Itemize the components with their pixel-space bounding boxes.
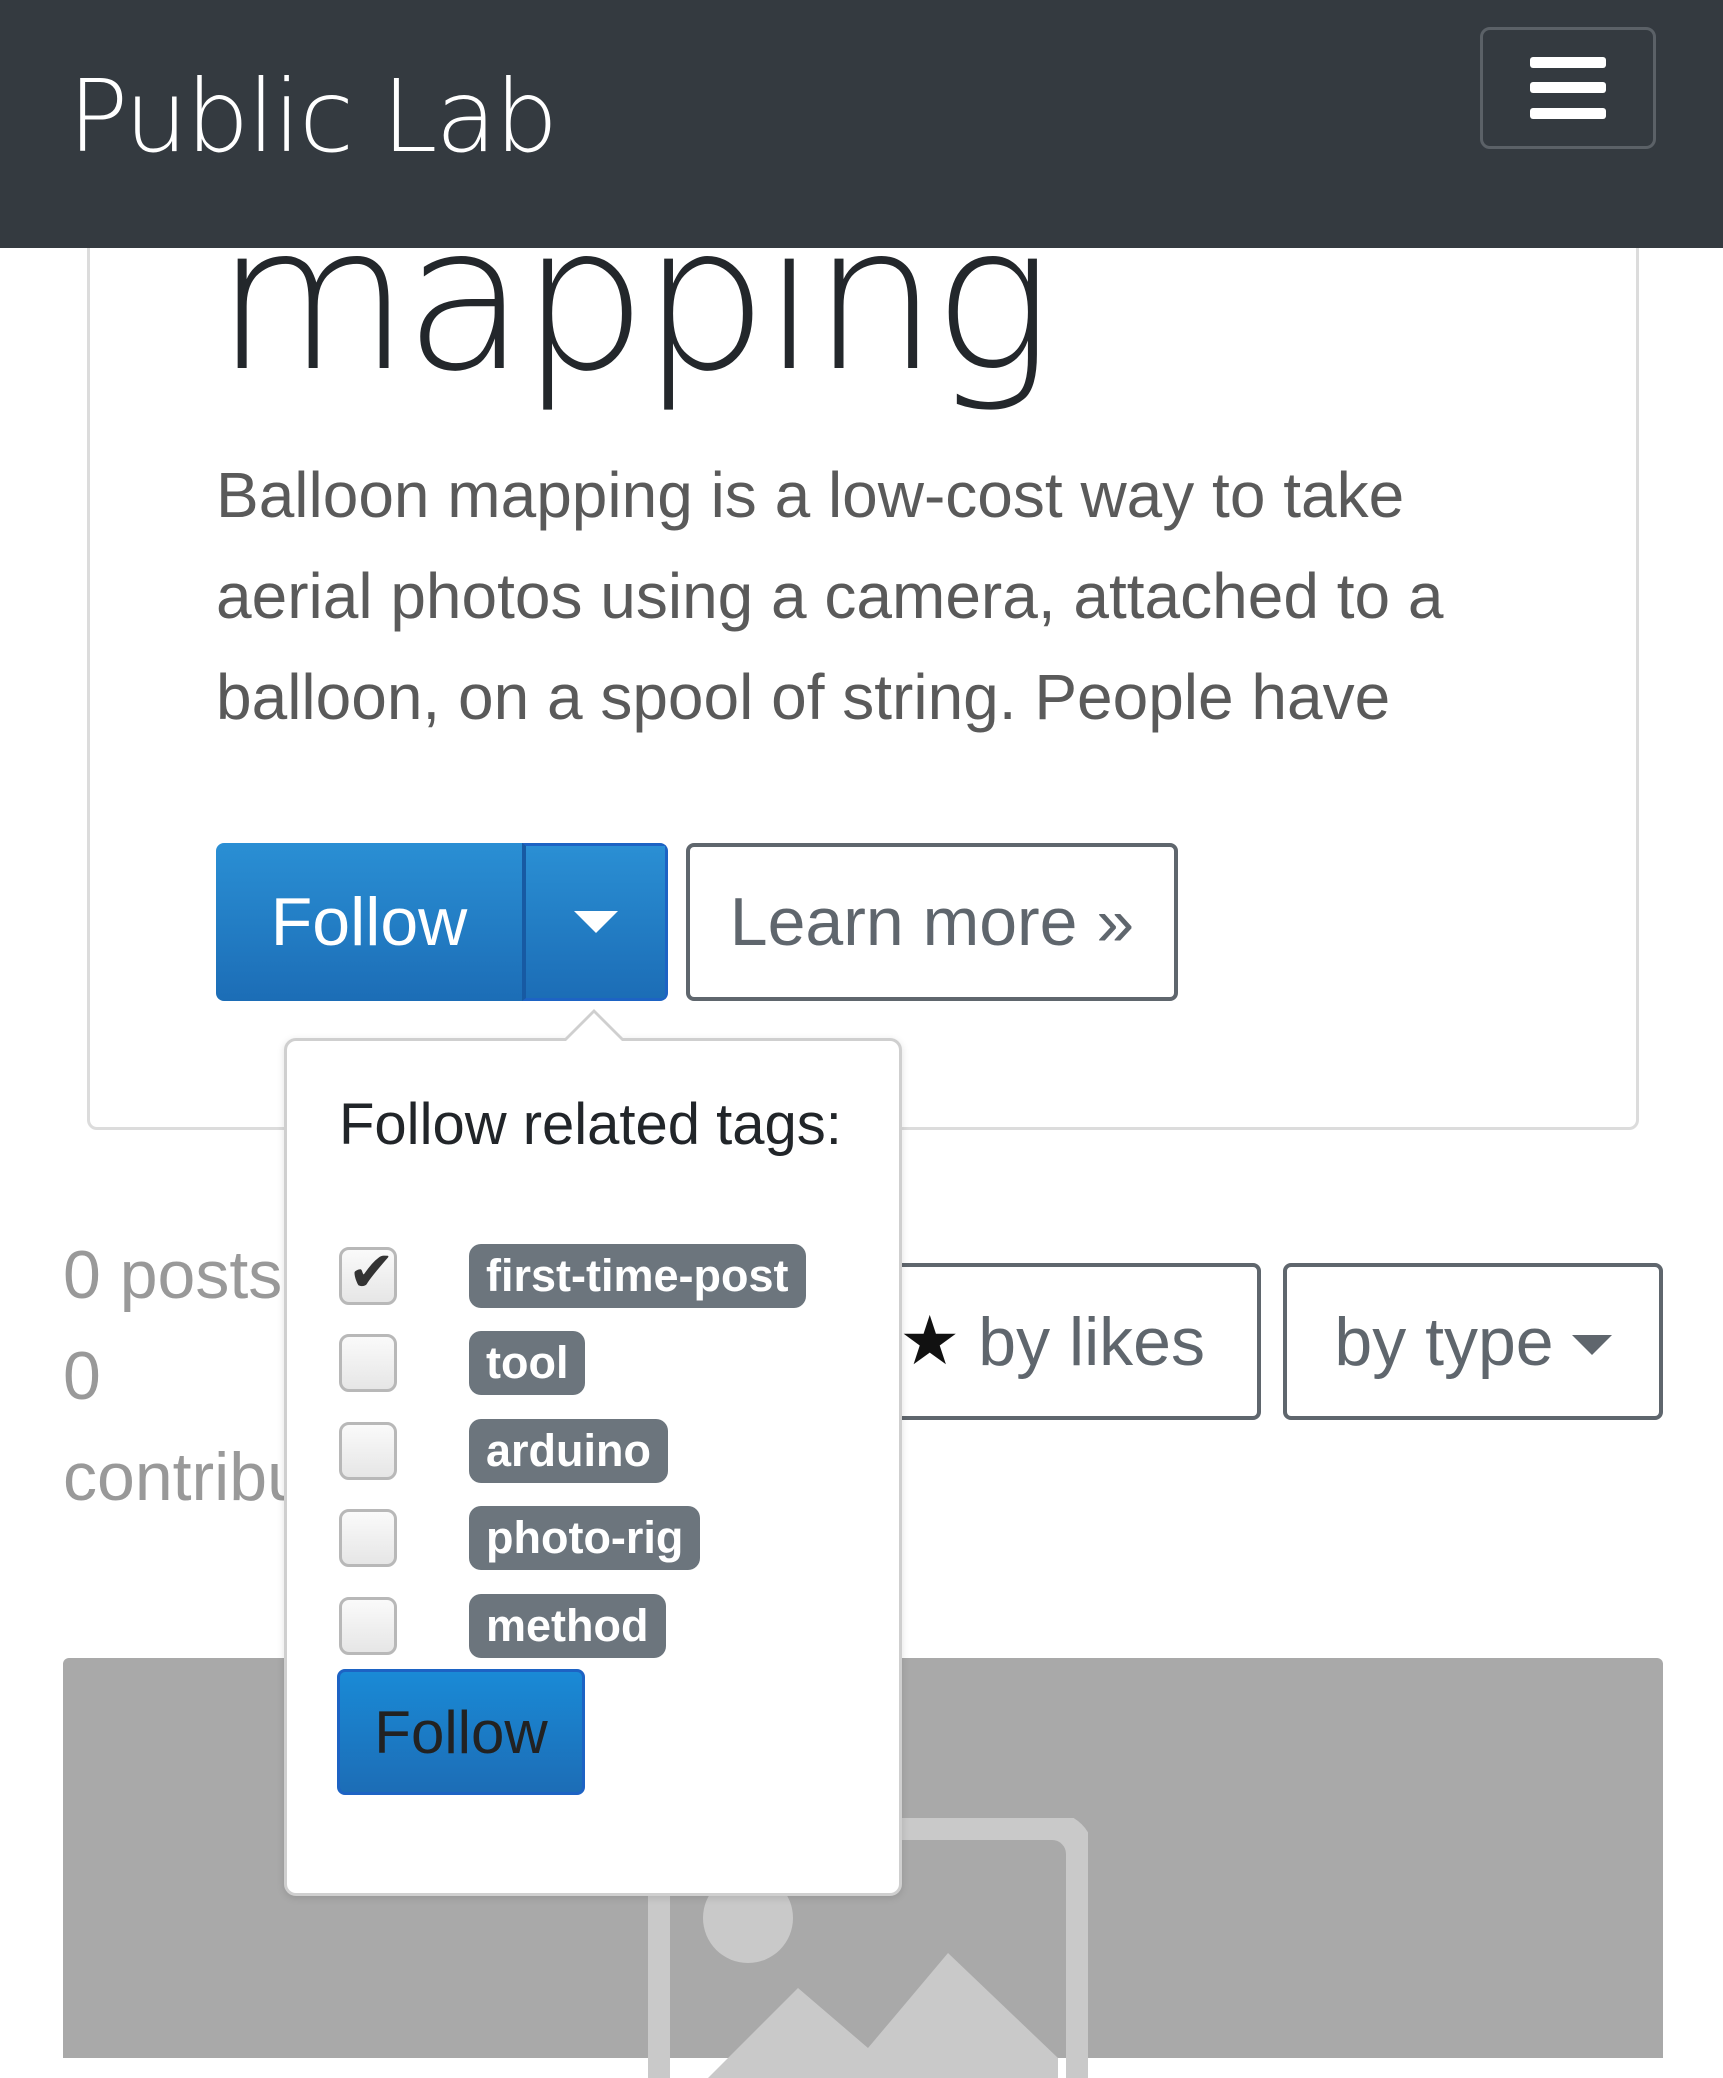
caret-down-icon — [1571, 1334, 1612, 1355]
tag-checkbox-arduino[interactable] — [339, 1422, 397, 1480]
tag-badge: method — [469, 1594, 666, 1658]
sort-by-likes-label: by likes — [978, 1303, 1205, 1380]
tag-badge: arduino — [469, 1419, 668, 1483]
popover-arrow — [562, 1009, 626, 1042]
learn-more-button[interactable]: Learn more » — [686, 843, 1178, 1001]
posts-count: 0 posts — [63, 1237, 283, 1313]
follow-tags-submit-button[interactable]: Follow — [337, 1669, 585, 1795]
caret-down-icon — [573, 911, 618, 933]
navbar: Public Lab — [0, 0, 1723, 248]
tag-option-method: method — [339, 1591, 666, 1661]
tag-badge: photo-rig — [469, 1506, 701, 1570]
sort-by-likes-button[interactable]: ★ by likes — [880, 1263, 1261, 1420]
checkmark-icon: ✔ — [348, 1240, 395, 1303]
contributors-label: contribu — [63, 1439, 305, 1515]
tag-checkbox-first-time-post[interactable]: ✔ — [339, 1242, 397, 1305]
tag-description: Balloon mapping is a low-cost way to tak… — [216, 459, 1444, 733]
follow-dropdown-toggle[interactable] — [522, 843, 668, 1001]
tag-stats: 0 posts 0 contribu — [63, 1225, 305, 1528]
tag-badge: tool — [469, 1331, 586, 1395]
tag-checkbox-photo-rig[interactable] — [339, 1509, 397, 1567]
brand-logo[interactable]: Public Lab — [68, 58, 558, 175]
follow-button-group: Follow — [216, 843, 668, 1001]
hamburger-icon — [1530, 57, 1606, 119]
tag-checkbox-tool[interactable] — [339, 1334, 397, 1392]
follow-button[interactable]: Follow — [216, 843, 522, 1001]
tag-option-first-time-post: ✔ first-time-post — [339, 1241, 806, 1311]
popover-title: Follow related tags: — [339, 1092, 842, 1157]
sort-by-type-label: by type — [1334, 1303, 1554, 1380]
sort-by-type-button[interactable]: by type — [1283, 1263, 1663, 1420]
tag-checkbox-method[interactable] — [339, 1597, 397, 1655]
contributors-count: 0 — [63, 1338, 101, 1414]
tag-badge: first-time-post — [469, 1244, 806, 1308]
tag-option-tool: tool — [339, 1328, 586, 1398]
tag-option-arduino: arduino — [339, 1416, 668, 1486]
star-icon: ★ — [899, 1303, 961, 1379]
tag-option-photo-rig: photo-rig — [339, 1503, 701, 1573]
menu-toggle-button[interactable] — [1480, 27, 1656, 149]
follow-tags-popover: Follow related tags: ✔ first-time-post t… — [284, 1009, 902, 1896]
